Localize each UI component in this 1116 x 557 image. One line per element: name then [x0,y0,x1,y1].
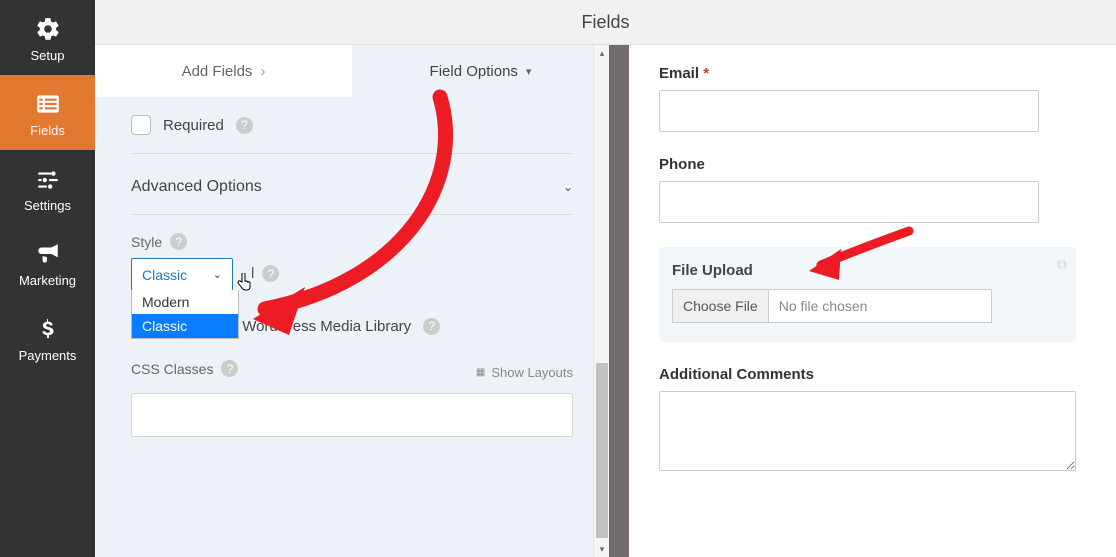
show-layouts-label: Show Layouts [491,365,573,380]
help-icon[interactable]: ? [221,360,238,377]
style-select[interactable]: Classic ⌄ Modern Classic [131,258,233,291]
sidebar-item-label: Fields [30,123,65,138]
required-asterisk: * [699,65,709,82]
page-title: Fields [581,12,629,33]
css-classes-field: CSS Classes ? ▦ Show Layouts [131,360,573,437]
chevron-down-icon: ⌄ [563,180,573,194]
sidebar-item-label: Settings [24,198,71,213]
tab-add-fields[interactable]: Add Fields › [95,45,352,97]
tab-field-options[interactable]: Field Options ▾ [352,45,609,97]
obscured-label-row: l ? [251,265,573,282]
required-label: Required [163,117,224,134]
topbar: Fields [95,0,1116,45]
phone-label: Phone [659,156,1076,173]
scrollbar-thumb[interactable] [596,363,608,538]
select-value: Classic [142,267,187,283]
style-dropdown: Modern Classic [131,290,239,339]
sidebar-item-fields[interactable]: Fields [0,75,95,150]
sidebar-item-setup[interactable]: Setup [0,0,95,75]
file-upload-field-preview[interactable]: ⧉ File Upload Choose File No file chosen [659,247,1076,342]
tabs: Add Fields › Field Options ▾ [95,45,609,97]
sidebar-item-settings[interactable]: Settings [0,150,95,225]
comments-textarea[interactable] [659,391,1076,471]
section-title: Advanced Options [131,178,262,196]
dropdown-option-classic[interactable]: Classic [132,314,238,338]
sliders-icon [33,164,63,194]
grid-icon: ▦ [476,367,485,378]
email-label: Email * [659,65,1076,82]
help-icon[interactable]: ? [262,265,279,282]
chevron-down-icon: ⌄ [213,268,222,281]
sidebar-item-marketing[interactable]: Marketing [0,225,95,300]
sidebar-item-label: Payments [19,348,77,363]
no-file-text: No file chosen [769,298,878,314]
comments-label: Additional Comments [659,366,1076,383]
help-icon[interactable]: ? [170,233,187,250]
dropdown-option-modern[interactable]: Modern [132,290,238,314]
form-preview: Email * Phone ⧉ File Upload Choose File … [629,45,1116,557]
style-label: Style [131,234,162,250]
help-icon[interactable]: ? [423,318,440,335]
tab-label: Field Options [430,63,518,80]
bullhorn-icon [33,239,63,269]
email-input[interactable] [659,90,1039,132]
show-layouts-link[interactable]: ▦ Show Layouts [476,365,573,380]
scroll-up-icon[interactable]: ▴ [594,45,610,61]
sidebar: Setup Fields Settings Marketing Payments [0,0,95,557]
help-icon[interactable]: ? [236,117,253,134]
required-checkbox[interactable] [131,115,151,135]
chevron-down-icon: ▾ [526,65,532,78]
duplicate-icon[interactable]: ⧉ [1057,256,1067,273]
file-upload-label: File Upload [672,262,1063,279]
css-classes-input[interactable] [131,393,573,437]
sidebar-item-payments[interactable]: Payments [0,300,95,375]
gear-icon [33,14,63,44]
tab-label: Add Fields [182,63,253,80]
dollar-icon [33,314,63,344]
sidebar-item-label: Marketing [19,273,76,288]
advanced-options-toggle[interactable]: Advanced Options ⌄ [131,154,573,215]
choose-file-button[interactable]: Choose File [673,290,769,322]
css-classes-label: CSS Classes [131,361,213,377]
options-panel: Add Fields › Field Options ▾ Required ? [95,45,629,557]
list-icon [33,89,63,119]
phone-field-preview[interactable]: Phone [659,156,1076,223]
phone-input[interactable] [659,181,1039,223]
email-field-preview[interactable]: Email * [659,65,1076,132]
chevron-right-icon: › [260,63,265,80]
sidebar-item-label: Setup [31,48,65,63]
scroll-down-icon[interactable]: ▾ [594,541,610,557]
required-option-row: Required ? [131,97,573,154]
scrollbar[interactable]: ▴ ▾ [593,45,609,557]
comments-field-preview[interactable]: Additional Comments [659,366,1076,474]
file-input[interactable]: Choose File No file chosen [672,289,992,323]
